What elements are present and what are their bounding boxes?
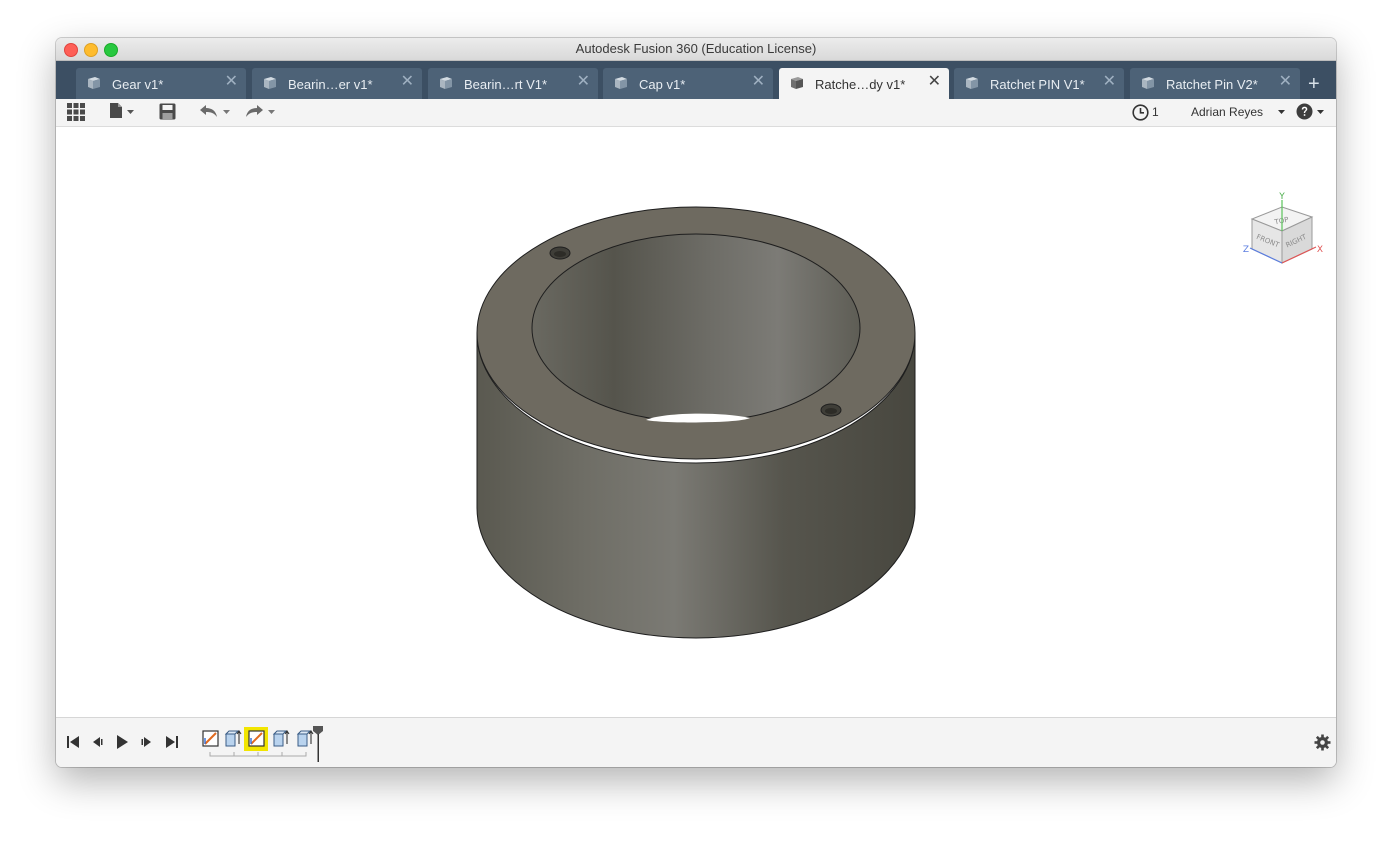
file-icon (110, 103, 122, 118)
timeline-features[interactable] (198, 726, 333, 762)
tab-gear-v1[interactable]: Gear v1* ✕ (76, 68, 246, 99)
timeline-bar (56, 717, 1336, 767)
chevron-down-icon[interactable] (1278, 110, 1285, 115)
component-icon (440, 77, 452, 89)
clock-icon[interactable] (1132, 104, 1149, 121)
close-tab-icon[interactable]: ✕ (1103, 74, 1116, 90)
tab-label: Bearin…rt V1* (464, 77, 548, 92)
skip-to-end-icon[interactable] (164, 734, 180, 750)
tab-ratchet-body-v1[interactable]: Ratche…dy v1* ✕ (779, 68, 949, 99)
close-tab-icon[interactable]: ✕ (225, 74, 238, 90)
close-tab-icon[interactable]: ✕ (577, 74, 590, 90)
close-tab-icon[interactable]: ✕ (1279, 74, 1292, 90)
user-account-menu[interactable]: Adrian Reyes (1191, 105, 1263, 119)
tab-label: Ratchet Pin V2* (1166, 77, 1258, 92)
feature-grouping-bracket (209, 752, 307, 757)
component-icon (88, 77, 100, 89)
application-bar: 1 Adrian Reyes (56, 99, 1336, 127)
undo-icon (200, 105, 217, 117)
component-icon (1142, 77, 1154, 89)
chevron-down-icon (223, 110, 230, 114)
tab-ratchet-pin-v2[interactable]: Ratchet Pin V2* ✕ (1130, 68, 1300, 99)
y-axis-label: Y (1278, 192, 1285, 202)
canvas-viewport[interactable]: TOP FRONT RIGHT Y X Z (56, 127, 1336, 717)
sketch-feature-icon[interactable] (248, 730, 265, 747)
extrude-feature-icon[interactable] (272, 730, 290, 747)
tab-bearing-rt-v1[interactable]: Bearin…rt V1* ✕ (428, 68, 598, 99)
play-icon[interactable] (114, 734, 130, 750)
sketch-feature-icon[interactable] (202, 730, 219, 747)
help-icon (1296, 103, 1313, 120)
redo-icon (246, 105, 263, 117)
z-axis-label: Z (1243, 245, 1249, 255)
app-window: Autodesk Fusion 360 (Education License) … (56, 38, 1336, 767)
component-icon (615, 77, 627, 89)
tab-label: Gear v1* (112, 77, 164, 92)
data-panel-grid-icon[interactable] (67, 103, 85, 121)
skip-to-start-icon[interactable] (65, 734, 81, 750)
new-tab-button[interactable]: + (1308, 74, 1320, 94)
ratchet-body-model[interactable] (476, 206, 916, 639)
redo-button[interactable] (244, 104, 279, 122)
extrude-feature-icon[interactable] (296, 730, 314, 747)
tab-label: Bearin…er v1* (288, 77, 373, 92)
tab-label: Ratche…dy v1* (815, 77, 906, 92)
save-icon[interactable] (159, 103, 176, 120)
undo-button[interactable] (199, 104, 234, 122)
chevron-down-icon (268, 110, 275, 114)
step-forward-icon[interactable] (139, 734, 155, 750)
component-icon (791, 77, 803, 89)
title-bar: Autodesk Fusion 360 (Education License) (56, 38, 1336, 61)
model-canvas[interactable]: TOP FRONT RIGHT Y X Z (56, 127, 1336, 717)
job-status-count[interactable]: 1 (1152, 105, 1159, 119)
file-menu-button[interactable] (109, 102, 139, 122)
chevron-down-icon (1317, 110, 1324, 114)
document-tab-bar: Gear v1* ✕ Bearin…er v1* ✕ Bearin…rt V1*… (56, 61, 1336, 99)
step-back-icon[interactable] (89, 734, 105, 750)
tab-label: Cap v1* (639, 77, 686, 92)
tab-label: Ratchet PIN V1* (990, 77, 1085, 92)
chevron-down-icon (127, 110, 134, 114)
view-cube[interactable]: TOP FRONT RIGHT Y X Z (1243, 192, 1323, 264)
timeline-marker[interactable] (313, 726, 323, 762)
extrude-feature-icon[interactable] (224, 730, 242, 747)
close-tab-icon[interactable]: ✕ (752, 74, 765, 90)
help-menu-button[interactable] (1296, 103, 1324, 121)
tab-bearing-er-v1[interactable]: Bearin…er v1* ✕ (252, 68, 422, 99)
x-axis-label: X (1317, 245, 1323, 255)
tab-ratchet-pin-v1[interactable]: Ratchet PIN V1* ✕ (954, 68, 1124, 99)
component-icon (264, 77, 276, 89)
component-icon (966, 77, 978, 89)
gear-icon[interactable] (1314, 734, 1331, 751)
close-tab-icon[interactable]: ✕ (928, 74, 941, 90)
close-tab-icon[interactable]: ✕ (401, 74, 414, 90)
tab-cap-v1[interactable]: Cap v1* ✕ (603, 68, 773, 99)
window-title: Autodesk Fusion 360 (Education License) (575, 41, 817, 56)
